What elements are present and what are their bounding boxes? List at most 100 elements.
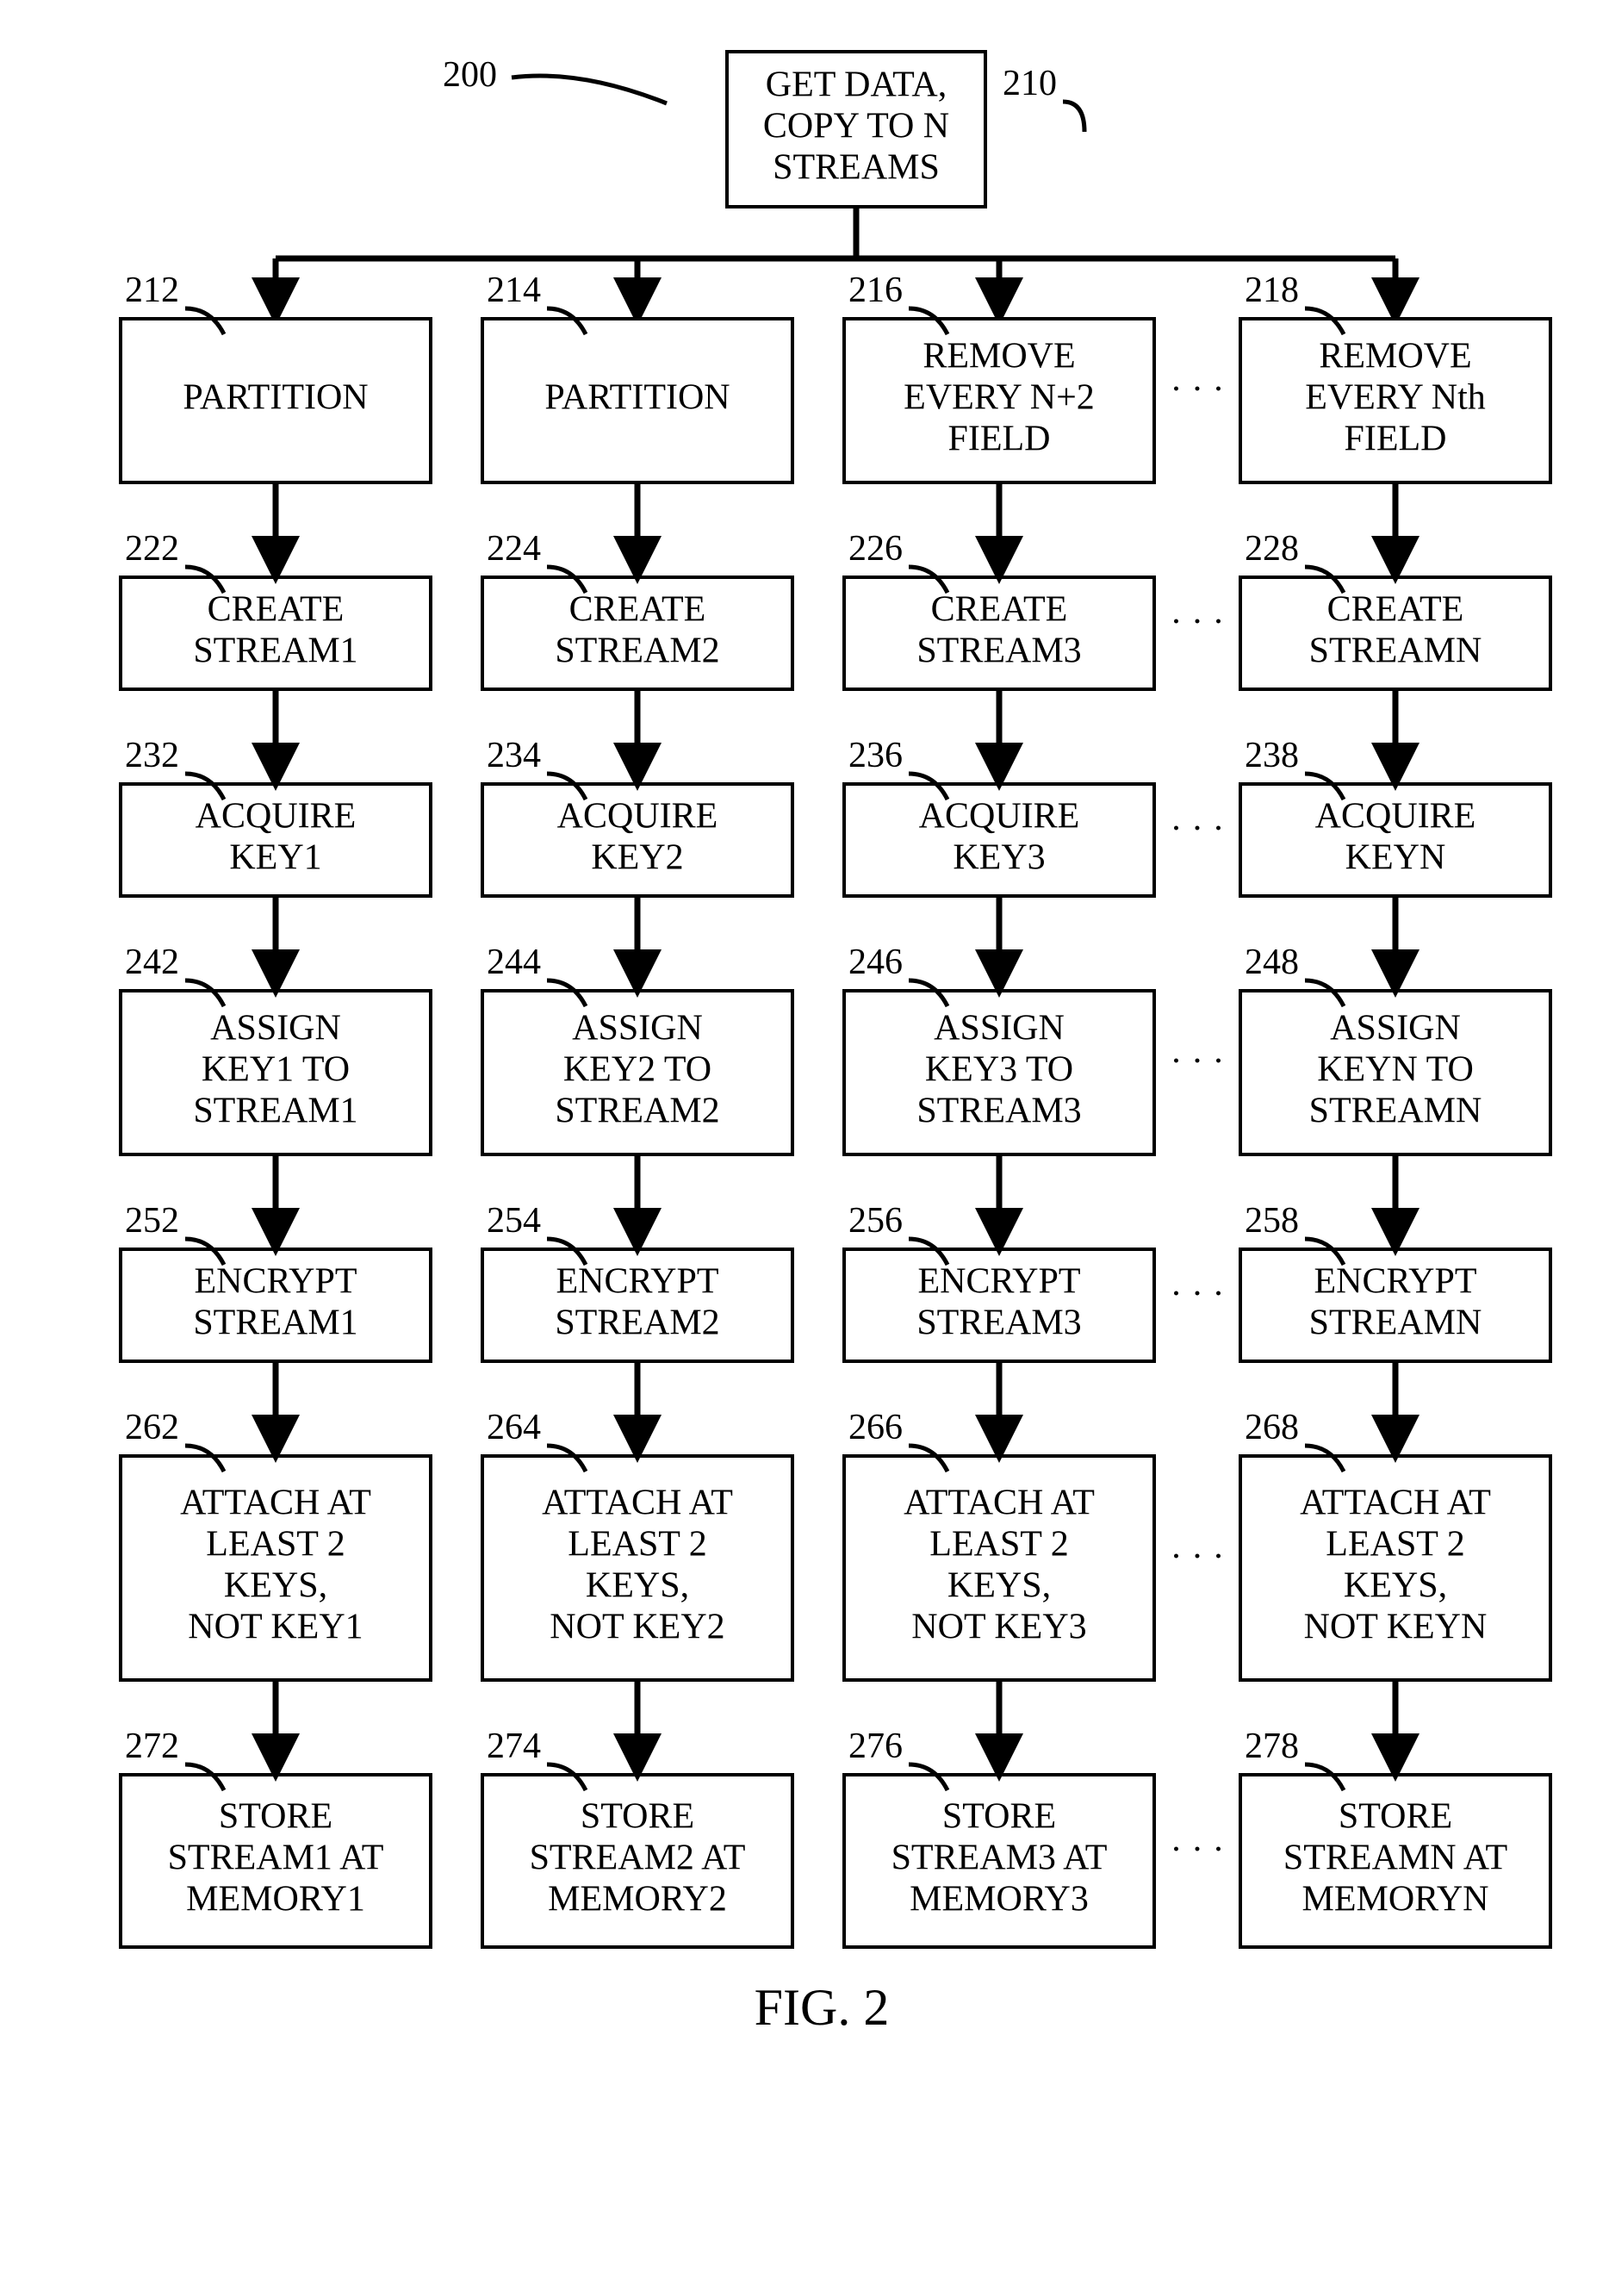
box-268-text: ATTACH AT xyxy=(1300,1484,1491,1523)
box-232-text: KEY1 xyxy=(229,838,321,878)
box-236-text: KEY3 xyxy=(953,838,1045,878)
box-272-text: STREAM1 AT xyxy=(168,1839,384,1878)
top-box-text: COPY TO N xyxy=(763,107,949,146)
ellipsis-row3: · · · xyxy=(1171,1042,1225,1081)
box-246-text: ASSIGN xyxy=(934,1009,1065,1048)
ref-200: 200 xyxy=(443,55,497,95)
ref-226: 226 xyxy=(848,529,903,569)
flowchart-diagram: GET DATA,COPY TO NSTREAMS210200PARTITION… xyxy=(17,17,1609,2279)
ref-242: 242 xyxy=(125,943,179,982)
ref-232: 232 xyxy=(125,736,179,775)
ref-276: 276 xyxy=(848,1727,903,1766)
ref-224: 224 xyxy=(487,529,541,569)
box-238-text: ACQUIRE xyxy=(1315,797,1476,837)
box-242-text: STREAM1 xyxy=(193,1092,357,1131)
box-218-text: REMOVE xyxy=(1319,337,1471,376)
ref-262: 262 xyxy=(125,1408,179,1447)
box-248-text: ASSIGN xyxy=(1330,1009,1461,1048)
ref-214: 214 xyxy=(487,271,541,310)
box-278-text: STORE xyxy=(1339,1797,1452,1837)
box-234-text: KEY2 xyxy=(591,838,683,878)
box-238-text: KEYN xyxy=(1345,838,1446,878)
box-264-text: ATTACH AT xyxy=(542,1484,733,1523)
box-262-text: ATTACH AT xyxy=(180,1484,371,1523)
ref-228: 228 xyxy=(1245,529,1299,569)
top-box-text: STREAMS xyxy=(773,148,940,188)
box-216-text: REMOVE xyxy=(923,337,1075,376)
box-222-text: CREATE xyxy=(208,590,345,630)
box-236-text: ACQUIRE xyxy=(919,797,1080,837)
ref-216: 216 xyxy=(848,271,903,310)
box-276-text: STORE xyxy=(942,1797,1056,1837)
box-242-text: KEY1 TO xyxy=(202,1050,350,1090)
ref-254: 254 xyxy=(487,1201,541,1241)
ellipsis-row2: · · · xyxy=(1171,809,1225,849)
box-224-text: CREATE xyxy=(569,590,706,630)
box-276-text: MEMORY3 xyxy=(910,1880,1089,1920)
box-278-text: STREAMN AT xyxy=(1283,1839,1507,1878)
box-262-text: KEYS, xyxy=(224,1566,327,1606)
ref-256: 256 xyxy=(848,1201,903,1241)
ellipsis-row6: · · · xyxy=(1171,1830,1225,1870)
ref-266: 266 xyxy=(848,1408,903,1447)
box-226-text: STREAM3 xyxy=(916,632,1081,671)
box-244-text: ASSIGN xyxy=(572,1009,703,1048)
top-box-text: GET DATA, xyxy=(766,65,947,105)
box-232-text: ACQUIRE xyxy=(196,797,357,837)
box-268-text: NOT KEYN xyxy=(1304,1608,1488,1647)
ref-222: 222 xyxy=(125,529,179,569)
ref-268: 268 xyxy=(1245,1408,1299,1447)
box-274-text: STREAM2 AT xyxy=(530,1839,746,1878)
box-262-text: NOT KEY1 xyxy=(188,1608,363,1647)
box-264-text: LEAST 2 xyxy=(568,1525,706,1565)
box-248-text: STREAMN xyxy=(1309,1092,1482,1131)
figure-label: FIG. 2 xyxy=(755,1979,890,2036)
ref-218: 218 xyxy=(1245,271,1299,310)
box-218-text: EVERY Nth xyxy=(1305,378,1486,418)
box-226-text: CREATE xyxy=(931,590,1068,630)
ref-246: 246 xyxy=(848,943,903,982)
ref-212: 212 xyxy=(125,271,179,310)
box-266-text: LEAST 2 xyxy=(929,1525,1068,1565)
box-272-text: STORE xyxy=(219,1797,332,1837)
ref-272: 272 xyxy=(125,1727,179,1766)
box-266-text: NOT KEY3 xyxy=(911,1608,1086,1647)
box-246-text: KEY3 TO xyxy=(925,1050,1073,1090)
box-254-text: STREAM2 xyxy=(555,1304,719,1343)
ref-252: 252 xyxy=(125,1201,179,1241)
box-278-text: MEMORYN xyxy=(1301,1880,1488,1920)
box-262-text: LEAST 2 xyxy=(206,1525,345,1565)
ref-274: 274 xyxy=(487,1727,541,1766)
box-244-text: STREAM2 xyxy=(555,1092,719,1131)
box-234-text: ACQUIRE xyxy=(557,797,718,837)
box-258-text: STREAMN xyxy=(1309,1304,1482,1343)
box-274-text: MEMORY2 xyxy=(548,1880,727,1920)
box-268-text: KEYS, xyxy=(1344,1566,1447,1606)
ref-234: 234 xyxy=(487,736,541,775)
ref-244: 244 xyxy=(487,943,541,982)
box-266-text: ATTACH AT xyxy=(904,1484,1095,1523)
box-242-text: ASSIGN xyxy=(210,1009,341,1048)
ref-264: 264 xyxy=(487,1408,541,1447)
box-252-text: ENCRYPT xyxy=(194,1262,357,1302)
ref-248: 248 xyxy=(1245,943,1299,982)
box-266-text: KEYS, xyxy=(947,1566,1051,1606)
ref-236: 236 xyxy=(848,736,903,775)
box-228-text: STREAMN xyxy=(1309,632,1482,671)
box-274-text: STORE xyxy=(581,1797,694,1837)
box-264-text: KEYS, xyxy=(586,1566,689,1606)
ref-238: 238 xyxy=(1245,736,1299,775)
box-254-text: ENCRYPT xyxy=(556,1262,718,1302)
ref-278: 278 xyxy=(1245,1727,1299,1766)
box-264-text: NOT KEY2 xyxy=(550,1608,724,1647)
box-256-text: STREAM3 xyxy=(916,1304,1081,1343)
box-272-text: MEMORY1 xyxy=(186,1880,365,1920)
box-216-text: EVERY N+2 xyxy=(904,378,1095,418)
box-214-text: PARTITION xyxy=(544,378,730,418)
box-212-text: PARTITION xyxy=(183,378,368,418)
box-248-text: KEYN TO xyxy=(1317,1050,1474,1090)
box-252-text: STREAM1 xyxy=(193,1304,357,1343)
ellipsis-row5: · · · xyxy=(1171,1537,1225,1577)
box-224-text: STREAM2 xyxy=(555,632,719,671)
box-258-text: ENCRYPT xyxy=(1314,1262,1476,1302)
